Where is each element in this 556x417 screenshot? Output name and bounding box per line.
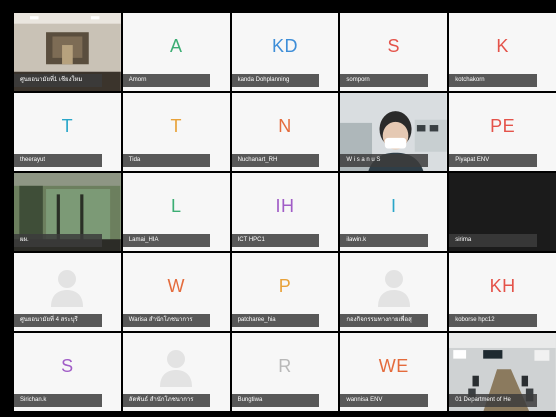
participant-initials: T <box>170 115 182 136</box>
participant-initials: L <box>170 195 182 216</box>
participant-tile[interactable]: Ttheerayut <box>14 93 121 171</box>
participant-name-label: Amorn <box>122 74 211 87</box>
participant-name-label: ผผ. <box>14 234 102 247</box>
participant-initials: PE <box>490 115 516 136</box>
participant-name-label: Bungtiwa <box>231 394 320 407</box>
participant-tile[interactable]: 01 Department of He <box>449 333 556 411</box>
participant-tile[interactable]: S Sirichan.k <box>14 333 121 411</box>
participant-initials: S <box>387 35 401 56</box>
participant-name-label: Tida <box>122 154 211 167</box>
participant-tile[interactable]: PE Piyapat ENV <box>449 93 556 171</box>
participant-tile[interactable]: W Warisa สำนักโภชนาการ <box>122 253 230 331</box>
participant-name-label: Sirichan.k <box>14 394 102 407</box>
participant-initials: S <box>61 355 74 376</box>
participant-initials: T <box>61 115 74 136</box>
participant-tile[interactable]: ศูนยอนามัยที่ 4 สระบุรี <box>14 253 121 331</box>
participant-initials: IH <box>275 195 295 216</box>
participant-initials: A <box>169 35 183 56</box>
participant-name-label: Piyapat ENV <box>449 154 537 167</box>
default-avatar-icon <box>377 270 410 307</box>
participant-tile[interactable]: Ssomporn <box>340 13 448 91</box>
participant-tile[interactable]: N Nuchanart_RH <box>231 93 339 171</box>
participant-tile[interactable]: W i s a n u S <box>340 93 448 171</box>
participant-name-label: kotchakorn <box>449 74 537 87</box>
participant-name-label: theerayut <box>14 154 102 167</box>
participant-tile[interactable]: กองกิจกรรมทางกายเพื่อสุ <box>340 253 448 331</box>
participant-name-label: กองกิจกรรมทางกายเพื่อสุ <box>340 314 428 327</box>
participant-name-label: koborse hpc12 <box>449 314 537 327</box>
participant-tile[interactable]: ศูนยอนามัยที่1 เชียงใหม <box>14 13 121 91</box>
participant-name-label: patcharee_hia <box>231 314 320 327</box>
participant-tile[interactable]: A Amorn <box>122 13 230 91</box>
participant-name-label: ลัดพันธ์ สำนักโภชนาการ <box>122 394 211 407</box>
participant-name-label: sirima <box>449 234 537 247</box>
participant-tile[interactable]: sirima <box>449 173 556 251</box>
participant-initials: I <box>391 195 397 216</box>
participant-initials: W <box>167 275 185 296</box>
default-avatar-icon <box>51 270 84 307</box>
participant-tile[interactable]: KD kanda Dohplanning <box>231 13 339 91</box>
participant-tile[interactable]: Ppatcharee_hia <box>231 253 339 331</box>
participant-tile[interactable]: Kkotchakorn <box>449 13 556 91</box>
participant-name-label: W i s a n u S <box>340 154 428 167</box>
participant-initials: N <box>278 115 292 136</box>
participant-tile[interactable]: KH koborse hpc12 <box>449 253 556 331</box>
participant-tile[interactable]: L Lamai_HIA <box>122 173 230 251</box>
participant-name-label: ilawin.k <box>340 234 428 247</box>
participant-name-label: ศูนยอนามัยที่1 เชียงใหม <box>14 74 102 87</box>
participant-name-label: ICT HPC1 <box>231 234 320 247</box>
participant-tile[interactable]: Iilawin.k <box>340 173 448 251</box>
participant-tile[interactable]: T Tida <box>122 93 230 171</box>
participant-tile[interactable]: WE wannisa ENV <box>340 333 448 411</box>
participant-initials: P <box>278 275 292 296</box>
participant-tile[interactable]: ผผ. <box>14 173 121 251</box>
participant-name-label: wannisa ENV <box>340 394 428 407</box>
participant-name-label: Warisa สำนักโภชนาการ <box>122 314 211 327</box>
participant-tile[interactable]: ลัดพันธ์ สำนักโภชนาการ <box>122 333 230 411</box>
participant-initials: WE <box>378 355 409 376</box>
participant-name-label: ศูนยอนามัยที่ 4 สระบุรี <box>14 314 102 327</box>
participant-name-label: 01 Department of He <box>449 394 537 407</box>
participant-name-label: somporn <box>340 74 428 87</box>
participant-initials: KD <box>271 35 298 56</box>
participant-name-label: Lamai_HIA <box>122 234 211 247</box>
participant-initials: K <box>496 35 509 56</box>
participant-tile[interactable]: R Bungtiwa <box>231 333 339 411</box>
participant-initials: R <box>278 355 292 376</box>
participant-name-label: kanda Dohplanning <box>231 74 320 87</box>
participant-grid: ศูนยอนามัยที่1 เชียงใหม A Amorn KD kanda Doh… <box>14 13 556 411</box>
default-avatar-icon <box>160 350 193 387</box>
participant-name-label: Nuchanart_RH <box>231 154 320 167</box>
participant-initials: KH <box>489 275 516 296</box>
participant-tile[interactable]: IH ICT HPC1 <box>231 173 339 251</box>
